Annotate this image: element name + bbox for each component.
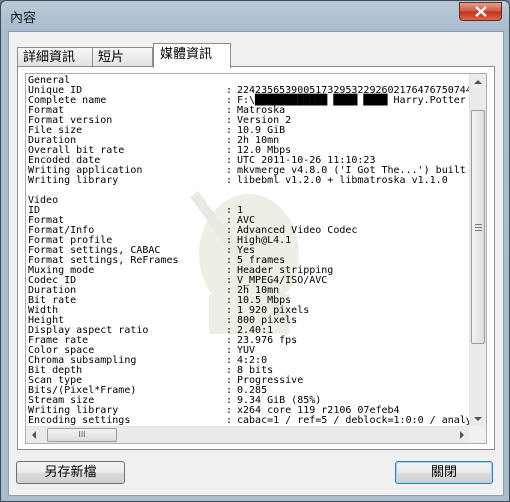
tab-details[interactable]: 詳細資訊 [17,47,93,66]
tab-panel: General Unique ID:22423565390051732953229… [17,66,495,450]
info-value: libebml v1.2.0 + libmatroska v1.1.0 [237,175,448,186]
thumb-grip: III [78,430,86,439]
horizontal-scroll-thumb[interactable]: III [47,428,117,442]
vertical-scroll-thumb[interactable] [471,110,485,344]
separator: : [226,175,233,186]
info-value: cabac=1 / ref=5 / deblock=1:0:0 / analys… [237,415,470,426]
close-button[interactable]: 關閉 [395,461,493,484]
title-bar[interactable]: 內容 [1,1,509,31]
grip-line [475,224,482,225]
close-label: 關閉 [430,465,457,480]
save-as-button[interactable]: 另存新檔 [16,461,125,484]
tab-details-label: 詳細資訊 [23,50,76,65]
dialog-body: 詳細資訊 短片 媒體資訊 General Unique ID:2242356539… [8,31,504,496]
close-window-button[interactable] [459,2,502,21]
vertical-scrollbar[interactable] [469,74,486,427]
info-key: Writing library [28,175,119,186]
grip-line [475,230,482,231]
properties-window: 內容 詳細資訊 短片 媒體資訊 General Unique ID:2242356… [0,0,510,502]
tab-mediainfo[interactable]: 媒體資訊 [153,43,231,68]
tab-video-label: 短片 [98,50,125,65]
scrollbar-corner [469,426,486,443]
scroll-up-arrow-icon [474,80,482,84]
separator: : [226,415,233,426]
scroll-up-button[interactable] [470,74,486,90]
save-as-label: 另存新檔 [44,465,97,480]
scroll-left-button[interactable] [26,427,42,443]
mediainfo-content: General Unique ID:22423565390051732953229… [26,74,470,427]
grip-line [475,227,482,228]
scroll-down-button[interactable] [470,411,486,427]
scroll-left-arrow-icon [32,431,36,439]
scroll-down-arrow-icon [474,417,482,421]
tab-mediainfo-label: 媒體資訊 [160,47,213,62]
close-icon [475,6,487,17]
mediainfo-textbox[interactable]: General Unique ID:22423565390051732953229… [25,73,487,444]
tab-video[interactable]: 短片 [92,47,153,66]
window-title: 內容 [10,11,37,26]
horizontal-scrollbar[interactable]: III [26,426,470,443]
scroll-right-arrow-icon [460,431,464,439]
scroll-right-button[interactable] [454,427,470,443]
info-key: Encoding settings [28,415,131,426]
